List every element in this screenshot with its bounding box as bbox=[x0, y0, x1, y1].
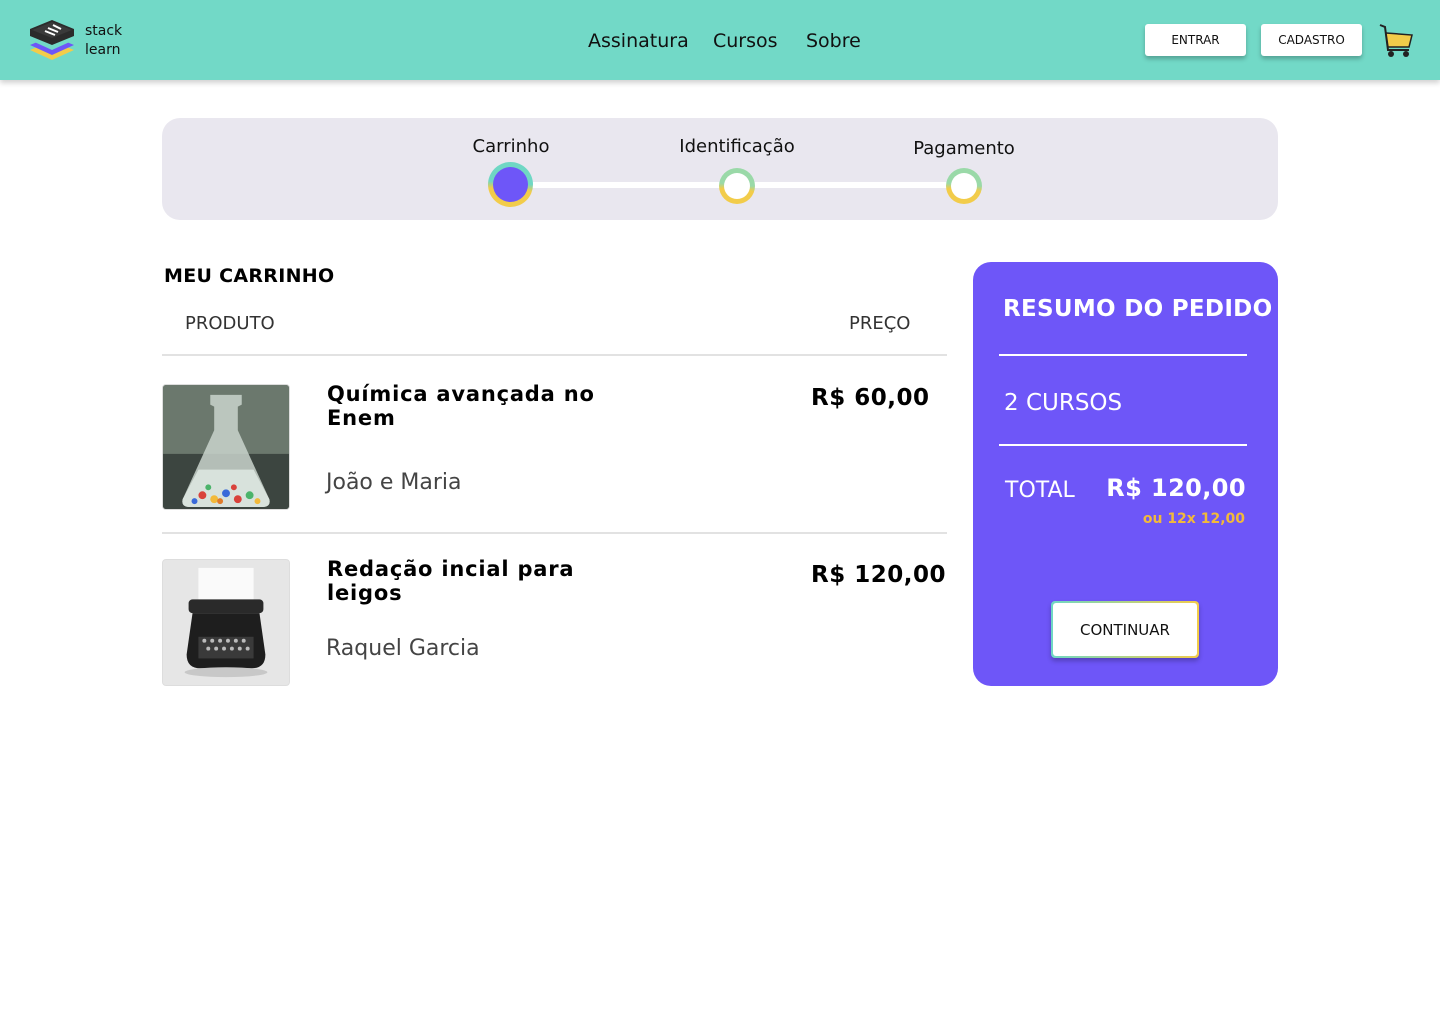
step-label-pagamento: Pagamento bbox=[913, 138, 1015, 159]
step-dot[interactable] bbox=[946, 168, 982, 204]
signup-button[interactable]: CADASTRO bbox=[1261, 24, 1362, 56]
installments-text: ou 12x 12,00 bbox=[1142, 511, 1245, 527]
progress-line bbox=[530, 182, 740, 188]
progress-line bbox=[752, 182, 948, 188]
step-dot-active[interactable] bbox=[488, 162, 533, 207]
logo-line-1: stack bbox=[85, 23, 123, 39]
divider bbox=[162, 354, 947, 356]
step-dot[interactable] bbox=[719, 168, 755, 204]
summary-title: RESUMO DO PEDIDO bbox=[1003, 296, 1273, 322]
course-title[interactable]: Redação incial para leigos bbox=[327, 557, 627, 605]
course-author: Raquel Garcia bbox=[326, 636, 480, 661]
step-label-carrinho: Carrinho bbox=[472, 136, 550, 157]
column-header-price: PREÇO bbox=[849, 313, 911, 334]
column-header-product: PRODUTO bbox=[185, 313, 275, 334]
course-price: R$ 60,00 bbox=[811, 385, 930, 411]
top-bar: stack learn Assinatura Cursos Sobre ENTR… bbox=[0, 0, 1440, 80]
continue-button-label: CONTINUAR bbox=[1053, 603, 1197, 656]
shopping-cart-icon[interactable] bbox=[1378, 22, 1414, 60]
nav-sobre[interactable]: Sobre bbox=[806, 30, 861, 52]
nav-assinatura[interactable]: Assinatura bbox=[588, 30, 689, 52]
flask-image[interactable] bbox=[162, 384, 290, 510]
cart-title: MEU CARRINHO bbox=[164, 265, 335, 287]
total-value: R$ 120,00 bbox=[1106, 474, 1246, 502]
divider bbox=[162, 532, 947, 534]
course-price: R$ 120,00 bbox=[811, 562, 946, 588]
course-author: João e Maria bbox=[326, 470, 462, 495]
divider bbox=[999, 444, 1247, 446]
stack-logo-icon[interactable] bbox=[28, 19, 76, 63]
total-label: TOTAL bbox=[1005, 478, 1075, 503]
checkout-progress: Carrinho Identificação Pagamento bbox=[162, 118, 1278, 220]
course-title[interactable]: Química avançada no Enem bbox=[327, 382, 627, 430]
logo-line-2: learn bbox=[85, 42, 121, 58]
divider bbox=[999, 354, 1247, 356]
order-summary-panel: RESUMO DO PEDIDO 2 CURSOS TOTAL R$ 120,0… bbox=[973, 262, 1278, 686]
login-button[interactable]: ENTRAR bbox=[1145, 24, 1246, 56]
course-count: 2 CURSOS bbox=[1004, 390, 1123, 416]
nav-cursos[interactable]: Cursos bbox=[713, 30, 778, 52]
logo-text[interactable]: stack learn bbox=[85, 22, 122, 60]
typewriter-image[interactable] bbox=[162, 559, 290, 686]
continue-button[interactable]: CONTINUAR bbox=[1051, 601, 1199, 658]
step-label-identificacao: Identificação bbox=[679, 136, 795, 157]
